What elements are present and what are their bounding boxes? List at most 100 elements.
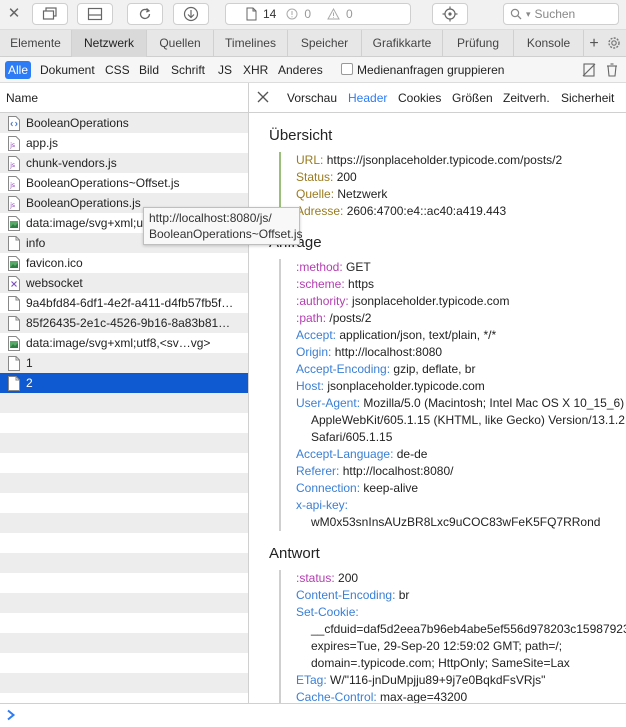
crosshair-icon <box>442 6 458 22</box>
header-entry: Host: jsonplaceholder.typicode.com <box>287 378 626 395</box>
header-key: Status: <box>296 170 334 184</box>
resource-counter[interactable]: 14 0 0 <box>225 3 411 25</box>
search-field[interactable]: ▾ Suchen <box>503 3 619 25</box>
tab-sources[interactable]: Quellen <box>147 30 214 57</box>
empty-row <box>0 693 248 703</box>
empty-row <box>0 513 248 533</box>
header-value: http://localhost:8080 <box>334 345 443 359</box>
tab-network[interactable]: Netzwerk <box>72 30 147 57</box>
empty-row <box>0 573 248 593</box>
request-row[interactable]: data:image/svg+xml;utf8,<sv…vg> <box>0 333 248 353</box>
header-entry: x-api-key: wM0x53snInsAUzBR8Lxc9uCOC83wF… <box>287 497 626 531</box>
add-tab-button[interactable]: + <box>584 30 604 57</box>
request-row-label: info <box>26 236 46 250</box>
filter-all[interactable]: Alle <box>5 61 32 79</box>
request-row[interactable]: 2 <box>0 373 248 393</box>
group-media-checkbox[interactable] <box>341 63 353 75</box>
tab-timing[interactable]: Zeitverh. <box>503 83 550 113</box>
image-file-icon <box>8 215 20 231</box>
tab-timelines[interactable]: Timelines <box>214 30 288 57</box>
header-entry: Origin: http://localhost:8080 <box>287 344 626 361</box>
header-entry: :status: 200 <box>287 570 626 587</box>
header-value: https://jsonplaceholder.typicode.com/pos… <box>326 153 563 167</box>
file-icon <box>8 375 20 391</box>
request-row[interactable]: 9a4bfd84-6df1-4e2f-a411-d4fb57fb5f… <box>0 293 248 313</box>
request-row-label: BooleanOperations~Offset.js <box>26 176 180 190</box>
overview-title: Übersicht <box>269 127 333 144</box>
request-row-label: favicon.ico <box>26 256 83 270</box>
tab-elements[interactable]: Elemente <box>0 30 72 57</box>
header-entry: URL: https://jsonplaceholder.typicode.co… <box>287 152 626 169</box>
filter-other[interactable]: Anderes <box>275 61 326 79</box>
request-row[interactable]: websocket <box>0 273 248 293</box>
header-key: Connection: <box>296 481 361 495</box>
warning-icon <box>327 8 340 20</box>
name-column-header[interactable]: Name <box>0 83 248 113</box>
tab-cookies[interactable]: Cookies <box>398 83 441 113</box>
empty-row <box>0 613 248 633</box>
filter-js[interactable]: JS <box>215 61 235 79</box>
header-entry: User-Agent: Mozilla/5.0 (Macintosh; Inte… <box>287 395 626 446</box>
empty-row <box>0 393 248 413</box>
header-entry: :authority: jsonplaceholder.typicode.com <box>287 293 626 310</box>
document-icon <box>246 7 257 21</box>
toolbar: ✕ 14 0 0 ▾ Suchen <box>0 0 626 30</box>
request-row[interactable]: js app.js <box>0 133 248 153</box>
header-entry: Accept: application/json, text/plain, */… <box>287 327 626 344</box>
request-row[interactable]: 85f26435-2e1c-4526-9b16-8a83b81b… <box>0 313 248 333</box>
close-icon[interactable] <box>256 90 270 104</box>
gear-icon[interactable] <box>606 35 622 51</box>
tab-sizes[interactable]: Größen <box>452 83 493 113</box>
tab-security[interactable]: Sicherheit <box>561 83 614 113</box>
empty-row <box>0 453 248 473</box>
header-key: Accept-Encoding: <box>296 362 391 376</box>
request-row[interactable]: BooleanOperations <box>0 113 248 133</box>
preserve-log-icon[interactable] <box>581 62 597 78</box>
tab-storage[interactable]: Speicher <box>288 30 362 57</box>
element-picker-button[interactable] <box>432 3 468 25</box>
header-key: :status: <box>296 571 335 585</box>
header-key: User-Agent: <box>296 396 361 410</box>
file-icon <box>8 235 20 251</box>
close-icon[interactable]: ✕ <box>6 6 22 22</box>
dock-bottom-button[interactable] <box>77 3 113 25</box>
error-icon <box>286 8 298 20</box>
trash-icon[interactable] <box>604 62 620 78</box>
reload-button[interactable] <box>127 3 163 25</box>
empty-row <box>0 593 248 613</box>
request-row-label: 2 <box>26 376 33 390</box>
header-value: de-de <box>396 447 428 461</box>
request-row[interactable]: js chunk-vendors.js <box>0 153 248 173</box>
undock-button[interactable] <box>32 3 68 25</box>
filter-xhr[interactable]: XHR <box>240 61 271 79</box>
tab-preview[interactable]: Vorschau <box>287 83 337 113</box>
header-entry: :method: GET <box>287 259 626 276</box>
tab-graphics[interactable]: Grafikkarte <box>362 30 443 57</box>
header-key: Accept: <box>296 328 337 342</box>
request-row-label: 9a4bfd84-6df1-4e2f-a411-d4fb57fb5f… <box>26 296 234 310</box>
request-row-label: data:image/svg+xml;utf8,<sv…vg> <box>26 336 211 350</box>
header-value: jsonplaceholder.typicode.com <box>352 294 510 308</box>
header-key: Host: <box>296 379 325 393</box>
filter-image[interactable]: Bild <box>136 61 162 79</box>
download-button[interactable] <box>173 3 209 25</box>
request-row-label: websocket <box>26 276 83 290</box>
request-row[interactable]: favicon.ico <box>0 253 248 273</box>
request-row-label: BooleanOperations <box>26 116 129 130</box>
header-entry: Cache-Control: max-age=43200 <box>287 689 626 703</box>
request-row[interactable]: 1 <box>0 353 248 373</box>
tab-headers[interactable]: Header <box>348 83 387 113</box>
tab-audit[interactable]: Prüfung <box>443 30 514 57</box>
console-prompt-bar[interactable] <box>0 703 626 727</box>
js-file-icon: js <box>8 135 20 151</box>
empty-row <box>0 493 248 513</box>
image-file-icon <box>8 255 20 271</box>
request-row[interactable]: js BooleanOperations~Offset.js <box>0 173 248 193</box>
tab-console[interactable]: Konsole <box>514 30 584 57</box>
reload-icon <box>139 8 151 20</box>
filter-document[interactable]: Dokument <box>37 61 98 79</box>
header-key: :path: <box>296 311 327 325</box>
filter-css[interactable]: CSS <box>102 61 133 79</box>
header-key: URL: <box>296 153 324 167</box>
filter-font[interactable]: Schrift <box>168 61 208 79</box>
